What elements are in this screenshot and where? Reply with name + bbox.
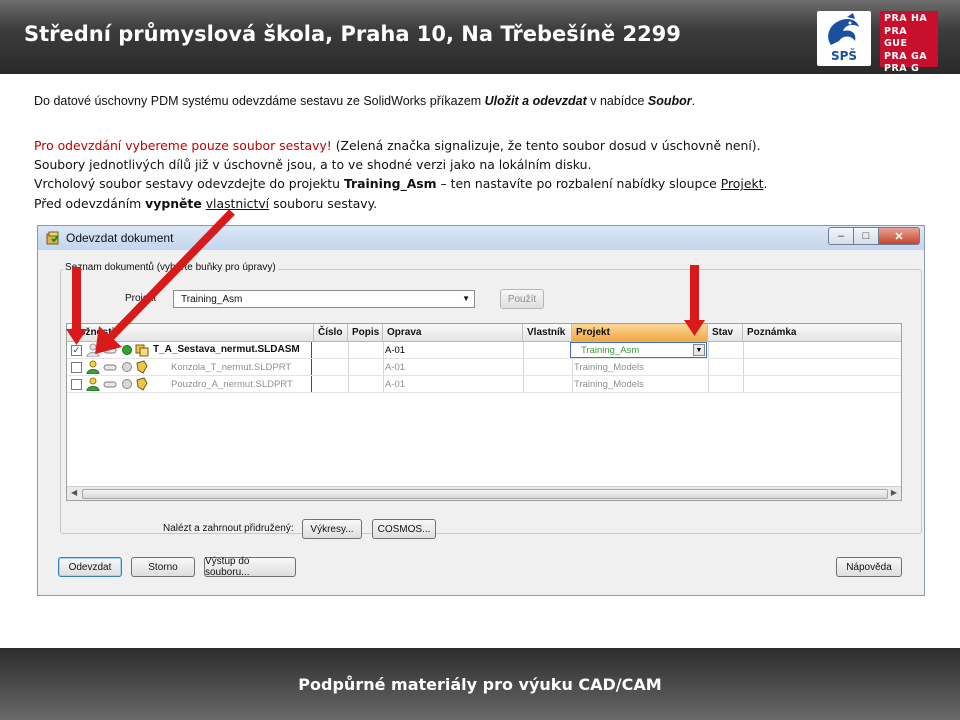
annotation-arrows: [66, 209, 705, 354]
arrow-to-checkbox: [66, 267, 87, 345]
arrow-to-ownership-icon: [95, 209, 235, 354]
arrow-to-project-column: [684, 265, 705, 336]
footer-text: Podpůrné materiály pro výuku CAD/CAM: [298, 675, 662, 694]
slide-footer: Podpůrné materiály pro výuku CAD/CAM: [0, 648, 960, 720]
